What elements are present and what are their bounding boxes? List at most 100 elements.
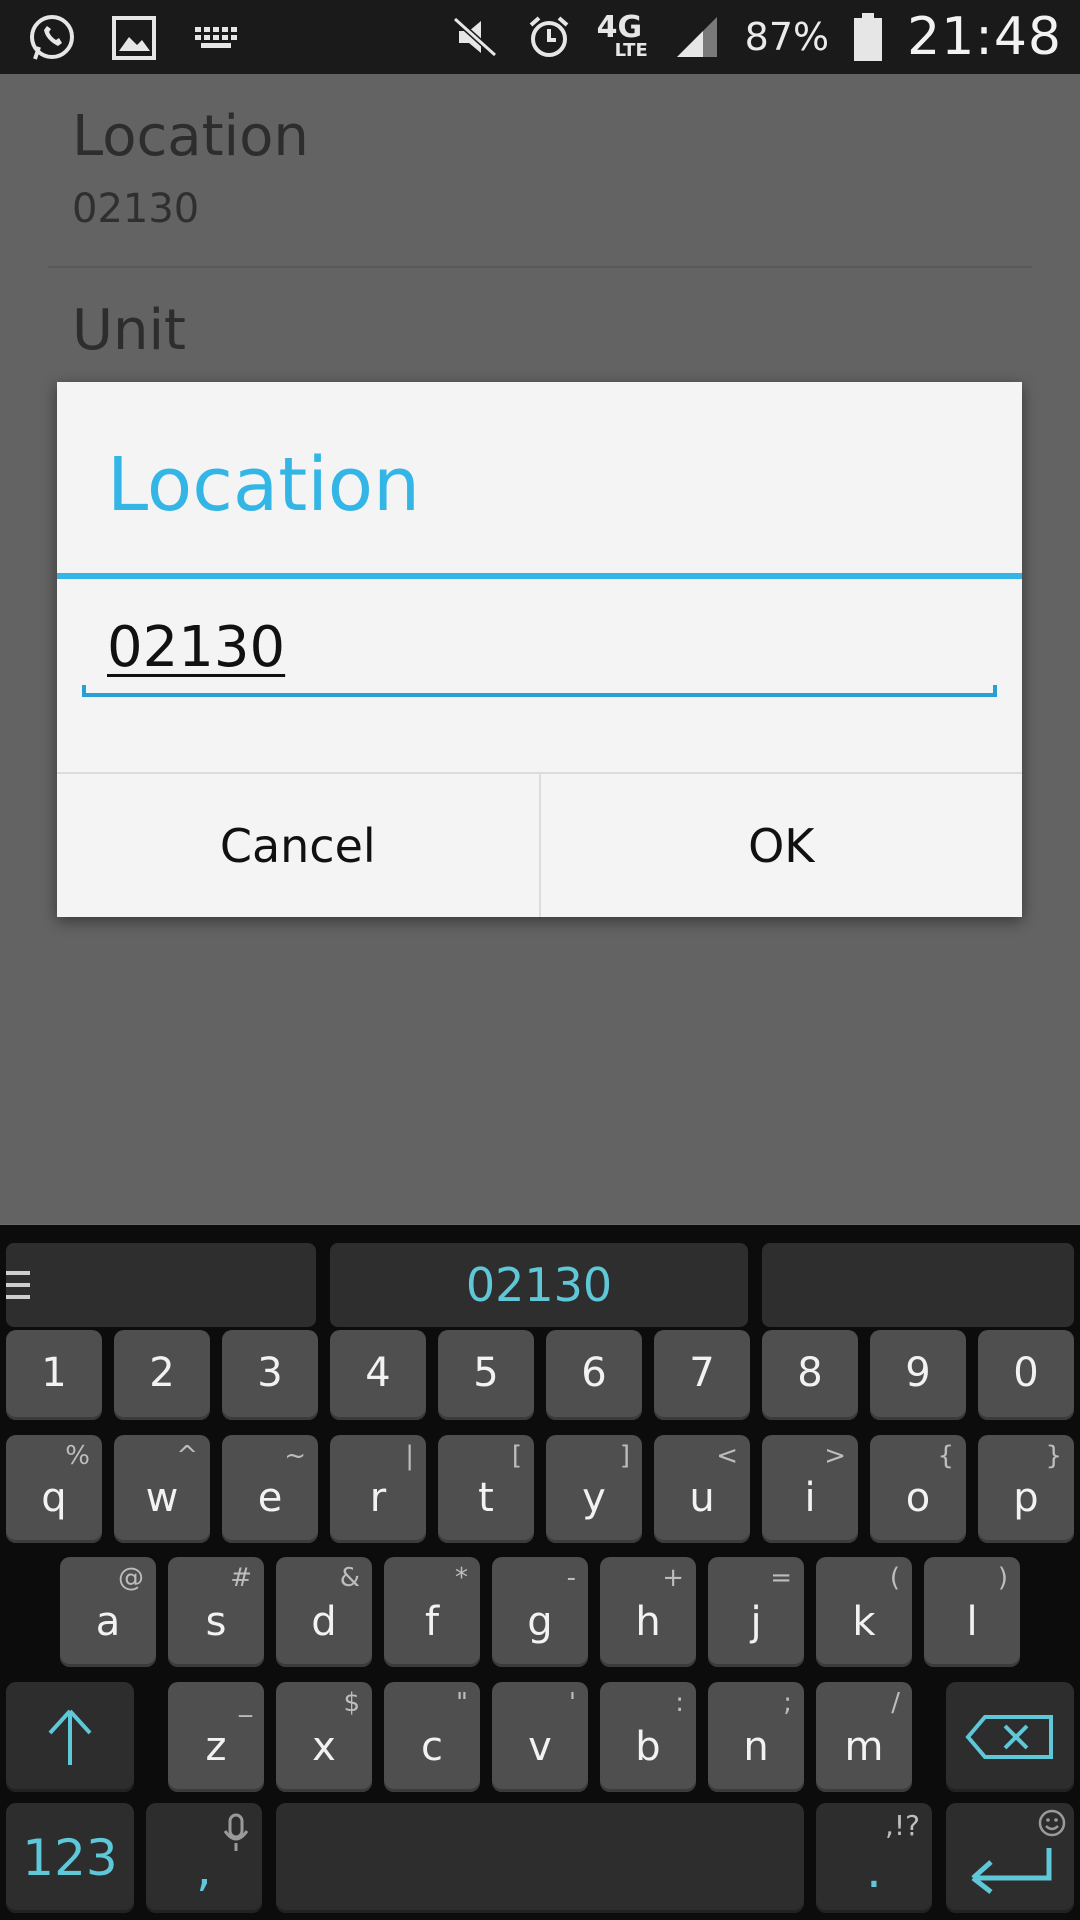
backspace-key[interactable] xyxy=(946,1682,1074,1792)
key-1-label: 1 xyxy=(41,1350,67,1396)
location-input[interactable]: 02130 xyxy=(82,607,997,697)
key-q[interactable]: q% xyxy=(6,1435,102,1543)
whatsapp-icon xyxy=(26,12,78,64)
key-f-secondary: * xyxy=(455,1563,468,1593)
key-1[interactable]: 1 xyxy=(6,1330,102,1420)
key-6[interactable]: 6 xyxy=(546,1330,642,1420)
key-t[interactable]: t[ xyxy=(438,1435,534,1543)
key-u-secondary: < xyxy=(716,1441,738,1471)
key-i-label: i xyxy=(804,1475,816,1521)
key-w-label: w xyxy=(145,1475,179,1521)
shift-key[interactable] xyxy=(6,1682,134,1792)
key-r[interactable]: r | xyxy=(330,1435,426,1543)
key-2[interactable]: 2 xyxy=(114,1330,210,1420)
key-f[interactable]: f * xyxy=(384,1557,480,1667)
enter-key[interactable] xyxy=(946,1803,1074,1913)
key-0[interactable]: 0 xyxy=(978,1330,1074,1420)
key-h[interactable]: h + xyxy=(600,1557,696,1667)
key-u[interactable]: u < xyxy=(654,1435,750,1543)
key-y-label: y xyxy=(582,1475,606,1521)
key-8[interactable]: 8 xyxy=(762,1330,858,1420)
input-underline xyxy=(82,693,997,697)
key-b-secondary: : xyxy=(675,1688,684,1718)
key-z-label: z xyxy=(205,1724,227,1770)
key-l-secondary: ) xyxy=(997,1563,1008,1593)
suggestion-word[interactable]: 02130 xyxy=(466,1258,612,1312)
signal-icon xyxy=(671,11,723,63)
alarm-icon xyxy=(523,11,575,63)
key-n[interactable]: n; xyxy=(708,1682,804,1792)
key-n-secondary: ; xyxy=(783,1688,792,1718)
key-v[interactable]: v ' xyxy=(492,1682,588,1792)
keyboard-icon xyxy=(190,12,242,64)
key-s-label: s xyxy=(205,1599,227,1645)
key-e[interactable]: e ~ xyxy=(222,1435,318,1543)
key-e-label: e xyxy=(257,1475,283,1521)
key-l[interactable]: l) xyxy=(924,1557,1020,1667)
suggestion-slot-left[interactable] xyxy=(6,1243,316,1327)
key-z-secondary: _ xyxy=(239,1688,252,1718)
key-h-secondary: + xyxy=(662,1563,684,1593)
suggestion-slot-right[interactable] xyxy=(762,1243,1074,1327)
key-c[interactable]: c " xyxy=(384,1682,480,1792)
key-a-secondary: @ xyxy=(118,1563,144,1593)
key-5[interactable]: 5 xyxy=(438,1330,534,1420)
key-p-secondary: } xyxy=(1045,1441,1062,1471)
settings-item-value: 02130 xyxy=(72,186,200,232)
location-input-text[interactable]: 02130 xyxy=(107,615,285,680)
key-3[interactable]: 3 xyxy=(222,1330,318,1420)
key-i-secondary: > xyxy=(824,1441,846,1471)
backspace-icon xyxy=(965,1715,1053,1759)
key-f-label: f xyxy=(424,1599,440,1645)
key-o[interactable]: o{ xyxy=(870,1435,966,1543)
battery-icon xyxy=(851,11,885,63)
gallery-icon xyxy=(108,12,160,64)
key-y-secondary: ] xyxy=(619,1441,630,1471)
keyboard: 02130 1 2 3 4 5 6 7 8 9 0 q% w ^ e ~ r | t[y] u < i > o{p} a @ s #… xyxy=(0,1225,1080,1920)
key-p-label: p xyxy=(1013,1475,1039,1521)
suggestion-bar: 02130 xyxy=(0,1233,1080,1327)
key-a[interactable]: a @ xyxy=(60,1557,156,1667)
settings-item-title: Unit xyxy=(72,298,186,363)
key-u-label: u xyxy=(689,1475,715,1521)
key-p[interactable]: p} xyxy=(978,1435,1074,1543)
space-key[interactable] xyxy=(276,1803,804,1913)
key-s[interactable]: s # xyxy=(168,1557,264,1667)
ok-button[interactable]: OK xyxy=(538,774,1023,917)
key-m[interactable]: m / xyxy=(816,1682,912,1792)
key-c-secondary: " xyxy=(456,1688,468,1718)
key-e-secondary: ~ xyxy=(284,1441,306,1471)
key-r-secondary: | xyxy=(405,1441,414,1471)
key-i[interactable]: i > xyxy=(762,1435,858,1543)
key-2-label: 2 xyxy=(149,1350,175,1396)
key-j[interactable]: j = xyxy=(708,1557,804,1667)
key-b[interactable]: b: xyxy=(600,1682,696,1792)
comma-key[interactable]: , xyxy=(146,1803,262,1913)
input-underline-tick xyxy=(993,685,997,697)
key-7[interactable]: 7 xyxy=(654,1330,750,1420)
key-4[interactable]: 4 xyxy=(330,1330,426,1420)
period-key-label: . xyxy=(866,1841,882,1899)
key-9[interactable]: 9 xyxy=(870,1330,966,1420)
input-underline-tick xyxy=(82,685,86,697)
key-v-label: v xyxy=(528,1724,552,1770)
symbols-key-label: 123 xyxy=(22,1829,118,1887)
key-w[interactable]: w ^ xyxy=(114,1435,210,1543)
suggestion-slot-center[interactable]: 02130 xyxy=(330,1243,748,1327)
period-key[interactable]: . ,!? xyxy=(816,1803,932,1913)
cancel-button[interactable]: Cancel xyxy=(57,774,539,917)
battery-percent: 87% xyxy=(744,15,830,59)
key-m-secondary: / xyxy=(891,1688,900,1718)
key-g[interactable]: g- xyxy=(492,1557,588,1667)
enter-icon xyxy=(971,1848,1052,1894)
key-d[interactable]: d & xyxy=(276,1557,372,1667)
menu-icon[interactable] xyxy=(6,1267,30,1303)
key-d-label: d xyxy=(311,1599,337,1645)
network-indicator: 4G LTE xyxy=(597,10,649,64)
key-x[interactable]: x $ xyxy=(276,1682,372,1792)
key-z[interactable]: z _ xyxy=(168,1682,264,1792)
key-t-label: t xyxy=(478,1475,494,1521)
symbols-key[interactable]: 123 xyxy=(6,1803,134,1913)
key-k[interactable]: k( xyxy=(816,1557,912,1667)
key-y[interactable]: y] xyxy=(546,1435,642,1543)
